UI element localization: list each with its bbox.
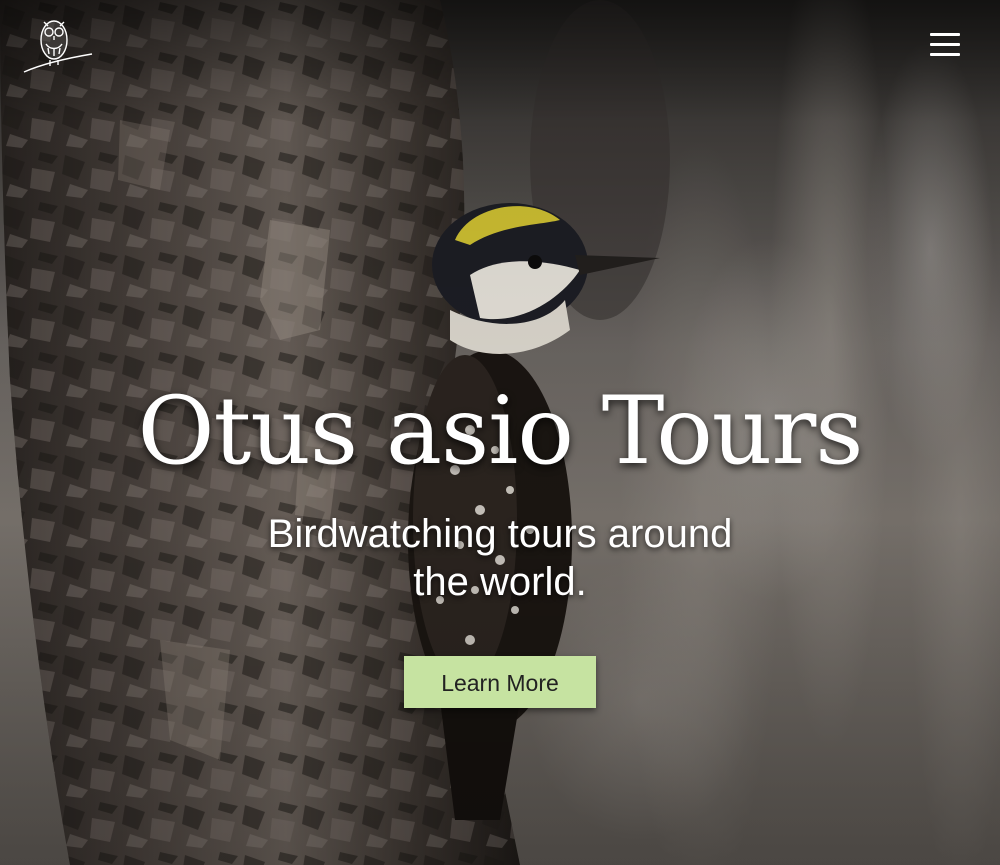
learn-more-button[interactable]: Learn More [404, 656, 596, 708]
hero-content: Otus asio Tours Birdwatching tours aroun… [0, 380, 1000, 708]
site-subtitle: Birdwatching tours around the world. [267, 512, 733, 604]
hamburger-menu-icon[interactable] [928, 28, 962, 62]
owl-logo-icon[interactable] [22, 14, 94, 76]
hero-section: Otus asio Tours Birdwatching tours aroun… [0, 0, 1000, 865]
site-title: Otus asio Tours [137, 377, 863, 486]
